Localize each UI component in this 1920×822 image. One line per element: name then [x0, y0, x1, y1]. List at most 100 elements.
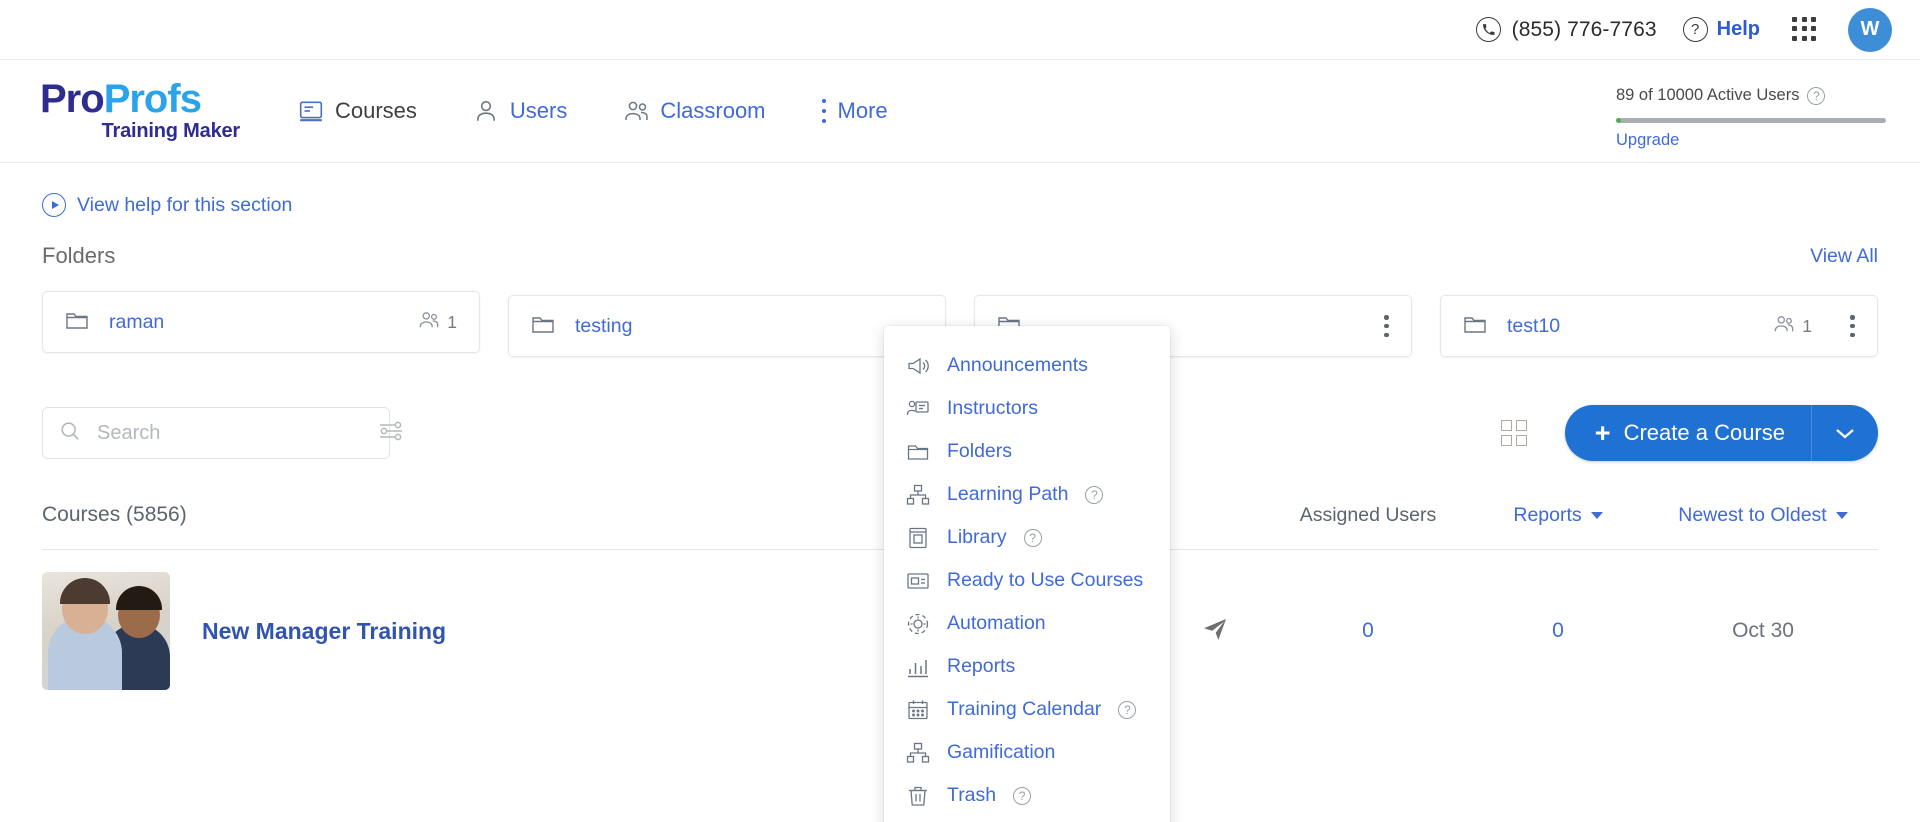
chevron-down-icon — [1590, 511, 1603, 519]
calendar-icon — [906, 698, 930, 722]
usage-progress-bar — [1616, 118, 1886, 123]
menu-item-label: Library — [947, 526, 1007, 548]
nav-label-courses: Courses — [335, 98, 417, 123]
folder-card[interactable]: test10 1 — [1440, 295, 1878, 357]
ready-courses-icon — [906, 569, 930, 593]
folder-more-menu-icon[interactable] — [1850, 315, 1855, 337]
menu-item-label: Training Calendar — [947, 698, 1102, 720]
utility-bar: (855) 776-7763 ? Help W — [0, 0, 1920, 60]
chevron-down-icon — [1835, 511, 1848, 519]
app-switcher-icon[interactable] — [1792, 16, 1818, 43]
usage-text: 89 of 10000 Active Users — [1616, 86, 1800, 104]
column-sort[interactable]: Newest to Oldest — [1648, 504, 1878, 527]
usage-line: 89 of 10000 Active Users ? — [1616, 86, 1886, 105]
course-thumbnail — [42, 572, 170, 690]
create-course-dropdown-toggle[interactable] — [1811, 405, 1878, 461]
help-tooltip-icon[interactable]: ? — [1013, 786, 1032, 805]
course-assigned-users: 0 — [1362, 619, 1374, 642]
usage-widget: 89 of 10000 Active Users ? Upgrade — [1616, 86, 1886, 150]
create-course-button[interactable]: + Create a Course — [1564, 405, 1878, 461]
play-circle-icon — [42, 193, 66, 217]
menu-item-label: Automation — [947, 612, 1046, 634]
create-course-main[interactable]: + Create a Course — [1565, 419, 1811, 447]
upgrade-link[interactable]: Upgrade — [1616, 131, 1886, 150]
folder-more-menu-icon[interactable] — [1384, 315, 1389, 337]
menu-item-library[interactable]: Library? — [884, 516, 1170, 559]
menu-item-label: Folders — [947, 440, 1013, 462]
help-button[interactable]: ? Help — [1682, 17, 1760, 42]
nav-item-courses[interactable]: Courses — [298, 98, 417, 124]
nav-item-classroom[interactable]: Classroom — [623, 98, 766, 124]
filter-icon[interactable] — [378, 420, 404, 447]
phone-icon — [1475, 17, 1501, 42]
phone-block[interactable]: (855) 776-7763 — [1475, 17, 1657, 42]
help-tooltip-icon[interactable]: ? — [1085, 485, 1104, 504]
megaphone-icon — [906, 354, 930, 378]
folder-user-count: 1 — [1773, 314, 1812, 339]
trash-icon — [906, 784, 930, 808]
view-help-link[interactable]: View help for this section — [42, 163, 1878, 217]
folder-user-count: 1 — [418, 310, 457, 335]
logo-subtitle: Training Maker — [101, 119, 241, 142]
menu-item-folders[interactable]: Folders — [884, 430, 1170, 473]
avatar[interactable]: W — [1848, 7, 1892, 52]
menu-item-learning-path[interactable]: Learning Path? — [884, 473, 1170, 516]
menu-item-label: Ready to Use Courses — [947, 569, 1144, 591]
help-tooltip-icon[interactable]: ? — [1118, 700, 1137, 719]
column-assigned-users: Assigned Users — [1299, 503, 1437, 526]
right-tools: + Create a Course — [1500, 405, 1878, 461]
nav-item-more[interactable]: More — [822, 98, 888, 124]
view-all-link[interactable]: View All — [1810, 245, 1878, 268]
kebab-icon — [822, 99, 827, 123]
nav-label-classroom: Classroom — [660, 98, 766, 123]
logo-pro-text: Pro — [40, 76, 105, 121]
course-reports: 0 — [1552, 619, 1564, 642]
menu-item-training-calendar[interactable]: Training Calendar? — [884, 688, 1170, 731]
folder-card[interactable]: testing — [508, 295, 946, 357]
menu-item-instructors[interactable]: Instructors — [884, 387, 1170, 430]
nav-item-users[interactable]: Users — [473, 98, 567, 124]
grid-view-toggle[interactable] — [1500, 420, 1527, 446]
folder-icon — [1463, 313, 1487, 340]
help-tooltip-icon[interactable]: ? — [1023, 528, 1042, 547]
menu-item-announcements[interactable]: Announcements — [884, 344, 1170, 387]
folder-card[interactable]: raman 1 — [42, 291, 480, 353]
folder-icon — [906, 440, 930, 464]
phone-number: (855) 776-7763 — [1511, 17, 1657, 41]
folder-icon — [531, 313, 555, 340]
users-icon — [418, 310, 440, 335]
column-reports[interactable]: Reports — [1468, 504, 1648, 527]
bar-chart-icon — [906, 655, 930, 679]
classroom-icon — [623, 98, 649, 124]
user-icon — [473, 98, 499, 124]
folder-name: raman — [109, 310, 165, 333]
menu-item-trash[interactable]: Trash? — [884, 774, 1170, 817]
menu-item-label: Trash — [947, 784, 997, 806]
users-icon — [1773, 314, 1795, 339]
help-label: Help — [1716, 18, 1760, 40]
nav-label-users: Users — [509, 98, 568, 123]
folder-user-count-value: 1 — [1802, 315, 1812, 336]
question-mark-icon: ? — [1682, 17, 1708, 42]
search-box[interactable] — [42, 407, 402, 459]
menu-item-reports[interactable]: Reports — [884, 645, 1170, 688]
library-icon — [906, 526, 930, 550]
logo-profs-text: Profs — [103, 76, 202, 121]
search-icon — [59, 420, 81, 447]
search-input[interactable] — [97, 421, 362, 445]
learning-path-icon — [906, 483, 930, 507]
menu-item-ready-to-use-courses[interactable]: Ready to Use Courses — [884, 559, 1170, 602]
menu-item-automation[interactable]: Automation — [884, 602, 1170, 645]
folders-header: Folders View All — [42, 243, 1878, 269]
folder-name: testing — [575, 314, 633, 337]
menu-item-gamification[interactable]: Gamification — [884, 731, 1170, 774]
share-send-icon[interactable] — [1202, 617, 1228, 646]
create-course-label: Create a Course — [1623, 420, 1785, 445]
main-navigation: ProProfs Training Maker Courses Users Cl… — [0, 60, 1920, 163]
logo[interactable]: ProProfs Training Maker — [40, 76, 241, 143]
page-content: View help for this section Folders View … — [0, 163, 1920, 822]
nav-label-more: More — [837, 98, 888, 123]
instructor-icon — [906, 397, 930, 421]
usage-help-icon[interactable]: ? — [1807, 86, 1826, 105]
nav-items: Courses Users Classroom More — [298, 98, 888, 124]
